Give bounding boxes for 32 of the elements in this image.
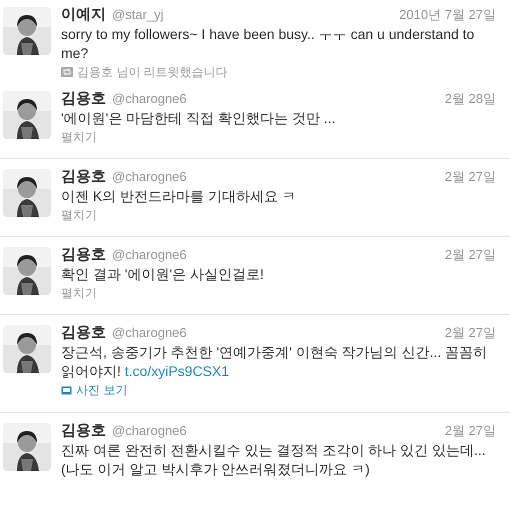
tweet-text: 진짜 여론 완전히 전환시킬수 있는 결정적 조각이 하나 있긴 있는데... (나도 이거 알고 박시후가 안쓰러워졌더니까요 ㅋ)	[61, 440, 487, 478]
view-photo-link[interactable]: 사진 보기	[61, 381, 128, 399]
tweet-text: sorry to my followers~ I have been busy.. ㅜㅜ can u understand to me?	[61, 25, 476, 63]
retweet-icon	[61, 67, 73, 77]
retweet-note: 김용호 님이 리트윗했습니다	[77, 64, 228, 81]
tweet-text: 이젠 K의 반전드라마를 기대하세요 ㅋ	[61, 187, 297, 206]
user-name[interactable]: 김용호	[61, 323, 106, 342]
tweet-text: '에이원'은 마담한테 직접 확인했다는 것만 ...	[61, 109, 336, 128]
user-name[interactable]: 이예지	[61, 5, 106, 24]
user-handle[interactable]: @charogne6	[112, 247, 187, 262]
user-handle[interactable]: @charogne6	[112, 325, 187, 340]
tweet-link[interactable]: t.co/xyiPs9CSX1	[124, 363, 230, 379]
photo-icon	[61, 386, 72, 394]
user-handle[interactable]: @charogne6	[112, 422, 187, 438]
tweet-date[interactable]: 2월 27일	[444, 246, 496, 264]
user-name[interactable]: 김용호	[61, 167, 106, 186]
tweet-text: 장근석, 송중기가 추천한 '연예가중계' 이현숙 작가님의 신간... 꼼꼼히 읽어야지! t.co/xyiPs9CSX1	[61, 343, 488, 381]
tweet-date[interactable]: 2월 27일	[444, 422, 496, 440]
user-handle[interactable]: @star_yj	[112, 7, 164, 22]
user-handle[interactable]: @charogne6	[112, 169, 187, 184]
expand-link[interactable]: 펼치기	[61, 128, 97, 146]
user-name[interactable]: 김용호	[61, 89, 106, 108]
tweet-date[interactable]: 2월 27일	[444, 168, 496, 186]
tweet-date[interactable]: 2010년 7월 27일	[399, 6, 496, 24]
user-name[interactable]: 김용호	[61, 420, 106, 440]
user-handle[interactable]: @charogne6	[112, 91, 187, 106]
tweet-date[interactable]: 2월 28일	[444, 90, 496, 108]
expand-link[interactable]: 펼치기	[61, 284, 97, 302]
expand-link[interactable]: 펼치기	[61, 206, 97, 224]
tweet-text: 확인 결과 '에이원'은 사실인걸로!	[61, 265, 265, 284]
tweet-date[interactable]: 2월 27일	[444, 324, 496, 342]
user-name[interactable]: 김용호	[61, 245, 106, 264]
